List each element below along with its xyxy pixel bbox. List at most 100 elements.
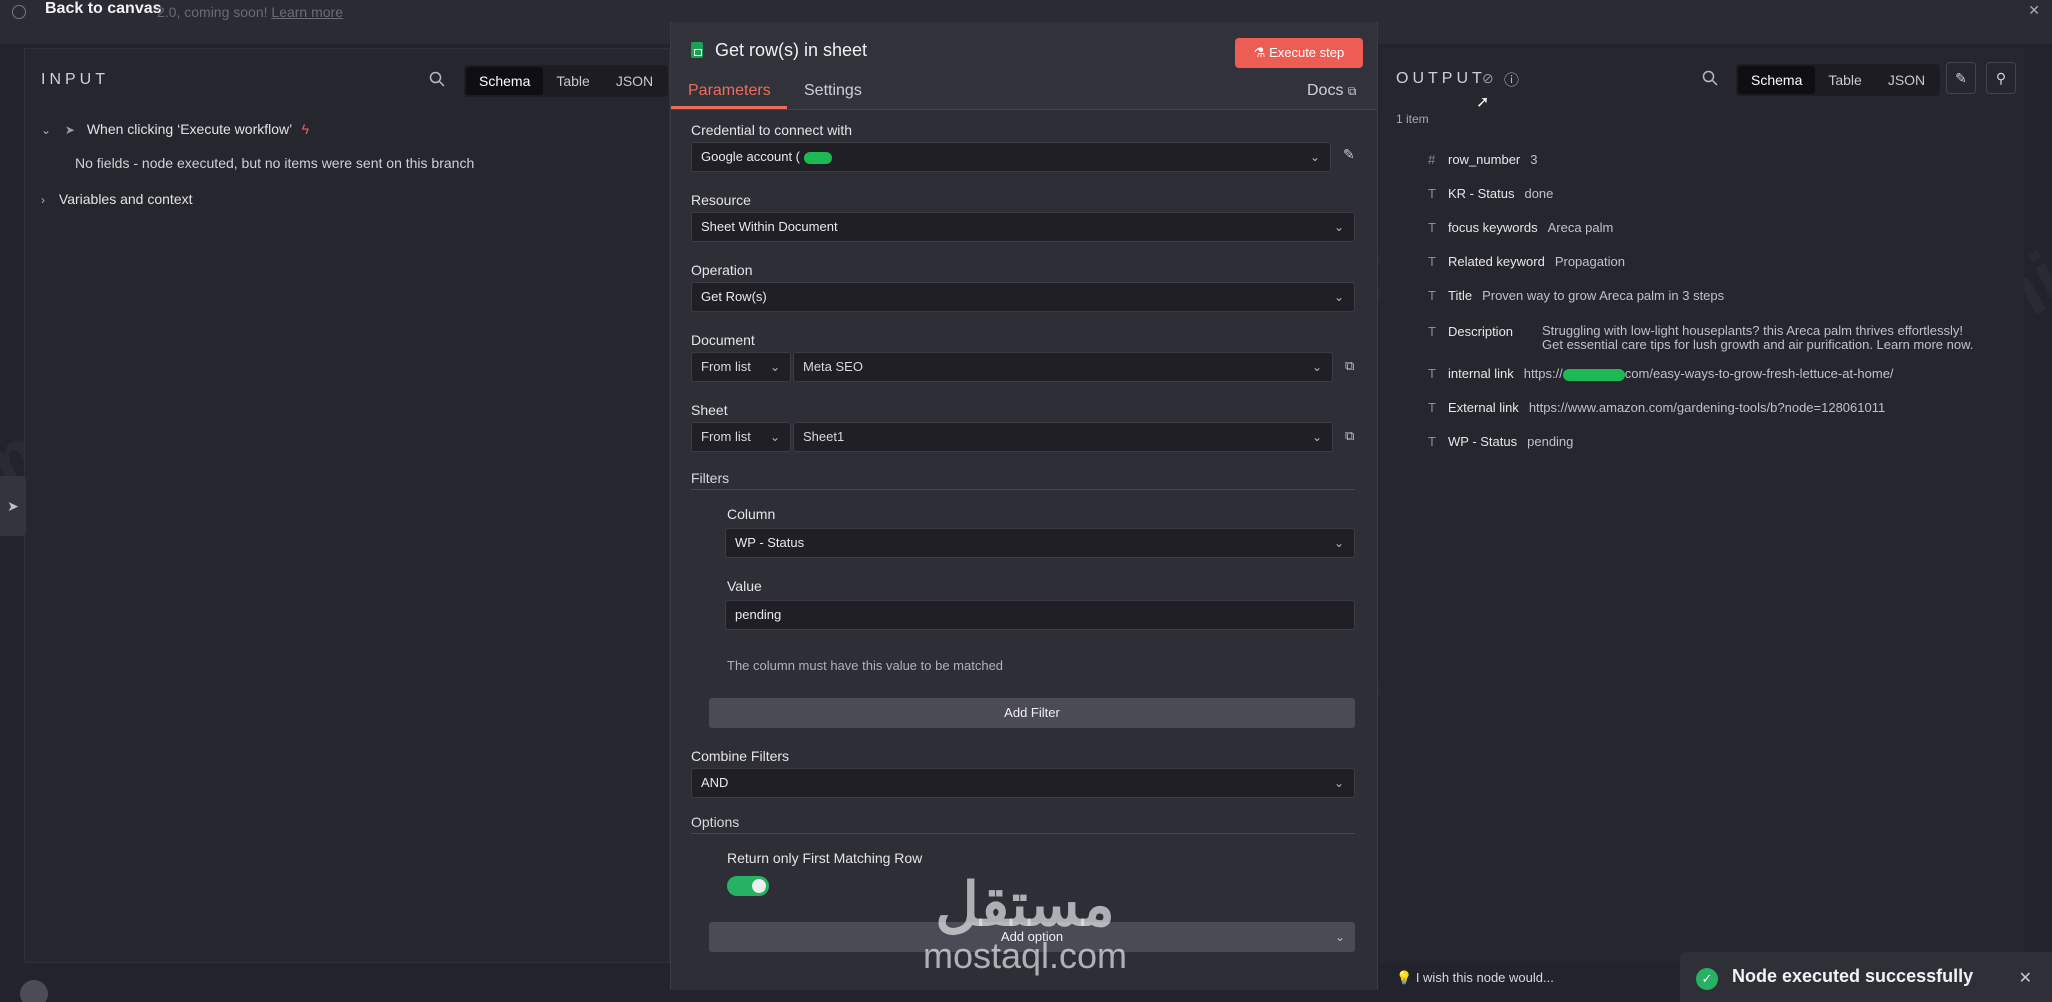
tab-schema[interactable]: Schema (466, 67, 544, 95)
value-input[interactable]: pending (725, 600, 1355, 630)
node-parameters-dialog: Get row(s) in sheet ⚗ Execute step Param… (670, 22, 1378, 990)
tab-json[interactable]: JSON (603, 67, 666, 95)
node-title[interactable]: Get row(s) in sheet (715, 40, 867, 61)
external-link-icon[interactable]: ⧉ (1345, 428, 1354, 444)
tab-table[interactable]: Table (543, 67, 602, 95)
pencil-icon[interactable]: ✎ (1343, 146, 1355, 163)
edit-output-button[interactable]: ✎ (1946, 62, 1976, 94)
tab-json[interactable]: JSON (1875, 66, 1938, 94)
document-mode-select[interactable]: From list ⌄ (691, 352, 791, 382)
external-link-icon[interactable]: ⧉ (1345, 358, 1354, 374)
dialog-header: Get row(s) in sheet ⚗ Execute step Param… (671, 22, 1377, 110)
value-label: Value (727, 578, 762, 594)
tab-parameters[interactable]: Parameters (688, 82, 771, 100)
sheet-label: Sheet (691, 402, 728, 418)
credential-select[interactable]: Google account ( ⌄ (691, 142, 1331, 172)
chevron-right-icon[interactable]: › (41, 193, 55, 207)
combine-filters-label: Combine Filters (691, 748, 790, 764)
chevron-down-icon: ⌄ (1311, 430, 1322, 444)
resource-label: Resource (691, 192, 751, 208)
search-icon[interactable] (429, 71, 445, 87)
value-hint: The column must have this value to be ma… (727, 658, 1004, 673)
cursor-pointer-icon: ➤ (7, 498, 19, 514)
lightbulb-icon: 💡 (1396, 970, 1413, 985)
first-match-label: Return only First Matching Row (727, 850, 923, 866)
output-field-row: T Title Proven way to grow Areca palm in 3… (1428, 288, 1725, 303)
output-panel: OUTPUT ⊘ ⓘ Schema Table JSON ✎ ⚲ 1 item … (1380, 48, 2024, 963)
output-field-row: T Related keyword Propagation (1428, 254, 1625, 269)
info-icon[interactable]: ⓘ (1504, 69, 1519, 90)
tab-table[interactable]: Table (1815, 66, 1874, 94)
input-view-tabs: Schema Table JSON (464, 65, 669, 97)
redacted-mark (804, 151, 833, 164)
output-field-row: T External link https://www.amazon.com/gar… (1428, 400, 1886, 415)
document-select[interactable]: Meta SEO ⌄ (793, 352, 1333, 382)
credential-label: Credential to connect with (691, 122, 853, 138)
mostaql-logo: مستقل mostaql.com (922, 871, 1128, 976)
chevron-down-icon: ⌄ (1333, 776, 1344, 790)
pin-output-button[interactable]: ⚲ (1986, 62, 2016, 94)
docs-link[interactable]: Docs ⧉ (1307, 82, 1356, 100)
sheet-select[interactable]: Sheet1 ⌄ (793, 422, 1333, 452)
operation-select[interactable]: Get Row(s) ⌄ (691, 282, 1355, 312)
output-field-row: # row_number 3 (1428, 152, 1538, 167)
banner-text: 2.0, coming soon! Learn more (157, 4, 343, 20)
add-filter-button[interactable]: Add Filter (709, 698, 1355, 728)
trigger-node-label: When clicking ‘Execute workflow’ (86, 121, 292, 137)
trigger-node-row[interactable]: ⌄ ➤ When clicking ‘Execute workflow’ ϟ (41, 121, 309, 137)
input-panel-title: INPUT (41, 71, 109, 88)
column-select[interactable]: WP - Status ⌄ (725, 528, 1355, 558)
redacted-mark (1562, 368, 1625, 381)
learn-more-link[interactable]: Learn more (271, 4, 343, 20)
chevron-down-icon: ⌄ (1333, 536, 1344, 550)
combine-filters-select[interactable]: AND ⌄ (691, 768, 1355, 798)
success-toast: ✓ Node executed successfully ✕ (1680, 952, 2052, 1002)
document-label: Document (691, 332, 755, 348)
external-link-icon: ⧉ (1347, 84, 1357, 98)
tab-settings[interactable]: Settings (804, 82, 862, 100)
first-match-toggle[interactable] (727, 876, 769, 896)
filters-section: Filters (691, 470, 1355, 490)
execute-step-button[interactable]: ⚗ Execute step (1235, 38, 1363, 68)
output-view-tabs: Schema Table JSON (1736, 64, 1941, 96)
search-icon[interactable] (1702, 70, 1718, 86)
chevron-down-icon: ⌄ (1309, 150, 1320, 164)
operation-label: Operation (691, 262, 753, 278)
close-icon[interactable]: ✕ (2028, 2, 2040, 19)
active-tab-indicator (671, 106, 787, 109)
sheet-mode-select[interactable]: From list ⌄ (691, 422, 791, 452)
input-panel: INPUT Schema Table JSON ⌄ ➤ When clickin… (24, 48, 670, 963)
pin-icon: ⚲ (1995, 70, 2007, 86)
item-count: 1 item (1396, 112, 1429, 126)
flask-icon: ⚗ (1253, 45, 1266, 60)
output-field-row: T KR - Status done (1428, 186, 1554, 201)
cursor-pointer-icon: ➤ (64, 123, 75, 137)
pencil-icon: ✎ (1955, 70, 1967, 86)
back-to-canvas-link[interactable]: Back to canvas (45, 0, 162, 18)
column-label: Column (727, 506, 776, 522)
chevron-down-icon: ⌄ (1333, 290, 1344, 304)
output-field-row: T WP - Status pending (1428, 434, 1574, 449)
avatar[interactable] (20, 980, 48, 1002)
output-field-row: Tinternal link https://com/easy-ways-to-g… (1428, 366, 1894, 381)
chevron-down-icon: ⌄ (1333, 220, 1344, 234)
feedback-link[interactable]: 💡 I wish this node would... (1396, 970, 1554, 986)
chevron-down-icon[interactable]: ⌄ (41, 123, 55, 137)
output-field-row: T Description Struggling with low-light h… (1428, 323, 1974, 352)
variables-label: Variables and context (58, 191, 193, 207)
chevron-down-icon: ⌄ (769, 360, 780, 374)
no-fields-text: No fields - node executed, but no items … (75, 155, 475, 171)
resource-select[interactable]: Sheet Within Document ⌄ (691, 212, 1355, 242)
google-sheets-icon (691, 42, 703, 58)
tab-schema[interactable]: Schema (1738, 66, 1816, 94)
mouse-cursor-icon: ➚ (1476, 94, 1490, 111)
close-icon[interactable]: ✕ (2019, 968, 2032, 988)
variables-row[interactable]: › Variables and context (41, 191, 193, 207)
check-circle-icon: ⊘ (1482, 70, 1494, 86)
bolt-icon: ϟ (301, 121, 310, 137)
check-icon: ✓ (1696, 968, 1718, 990)
chevron-down-icon: ⌄ (1334, 930, 1345, 944)
collapse-sidebar-handle[interactable]: ➤ (0, 476, 26, 536)
circle-icon (12, 5, 26, 19)
options-section: Options (691, 814, 1355, 834)
